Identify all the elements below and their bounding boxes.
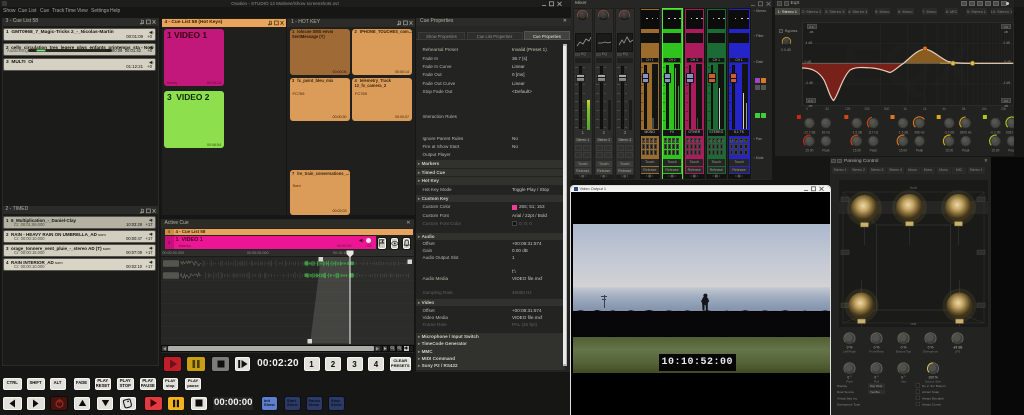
svg-text:Attract Corner: Attract Corner — [922, 403, 941, 407]
svg-text:Attract Snap: Attract Snap — [922, 390, 939, 394]
svg-text:-1.5 dB: -1.5 dB — [898, 130, 908, 134]
svg-text:15.00: 15.00 — [805, 148, 813, 152]
svg-text:15.00: 15.00 — [899, 148, 907, 152]
svg-text:Peak: Peak — [870, 148, 878, 152]
svg-text:Left/Right: Left/Right — [843, 350, 856, 354]
svg-text:Display: Display — [837, 384, 848, 388]
svg-text:front: front — [910, 186, 917, 190]
svg-text:Front/Rear: Front/Rear — [869, 350, 883, 354]
svg-text:-0.2 dB: -0.2 dB — [990, 130, 1000, 134]
svg-text:rear: rear — [910, 322, 917, 326]
svg-text:Virtual (far) src: Virtual (far) src — [837, 396, 858, 400]
svg-text:Pitch: Pitch — [846, 380, 853, 384]
svg-text:Divergence: Divergence — [922, 350, 938, 354]
svg-text:Peak: Peak — [916, 148, 924, 152]
svg-text:Dual Source: Dual Source — [837, 390, 854, 394]
svg-text:Bottom/Top: Bottom/Top — [895, 350, 911, 354]
svg-text:15.00: 15.00 — [945, 148, 953, 152]
svg-text:Divergence Type: Divergence Type — [837, 403, 860, 407]
svg-text:Top Only: Top Only — [870, 384, 883, 388]
svg-text:15.00: 15.00 — [991, 148, 999, 152]
svg-text:62 Hz: 62 Hz — [822, 130, 831, 134]
svg-text:117 Hz: 117 Hz — [868, 130, 878, 134]
svg-text:Peak: Peak — [1008, 148, 1014, 152]
svg-text:996 Hz: 996 Hz — [914, 130, 925, 134]
svg-text:LFE: LFE — [954, 350, 960, 354]
svg-text:Yes/No: Yes/No — [870, 390, 880, 394]
svg-text:-12.7 dB: -12.7 dB — [803, 130, 815, 134]
svg-text:15.00: 15.00 — [853, 148, 861, 152]
svg-text:Peak: Peak — [822, 148, 830, 152]
svg-text:No 2. Src Bottom: No 2. Src Bottom — [922, 384, 946, 388]
svg-text:2805 Hz: 2805 Hz — [960, 130, 972, 134]
svg-text:6281 Hz: 6281 Hz — [1006, 130, 1014, 134]
svg-text:-3.2 dB: -3.2 dB — [944, 130, 954, 134]
svg-text:Source Size: Source Size — [924, 380, 941, 384]
svg-text:Attract Bisodiph: Attract Bisodiph — [922, 396, 944, 400]
svg-text:Yaw: Yaw — [900, 380, 906, 384]
svg-text:-1.5 dB: -1.5 dB — [852, 130, 862, 134]
svg-text:Peak: Peak — [962, 148, 970, 152]
svg-text:Roll: Roll — [873, 380, 879, 384]
